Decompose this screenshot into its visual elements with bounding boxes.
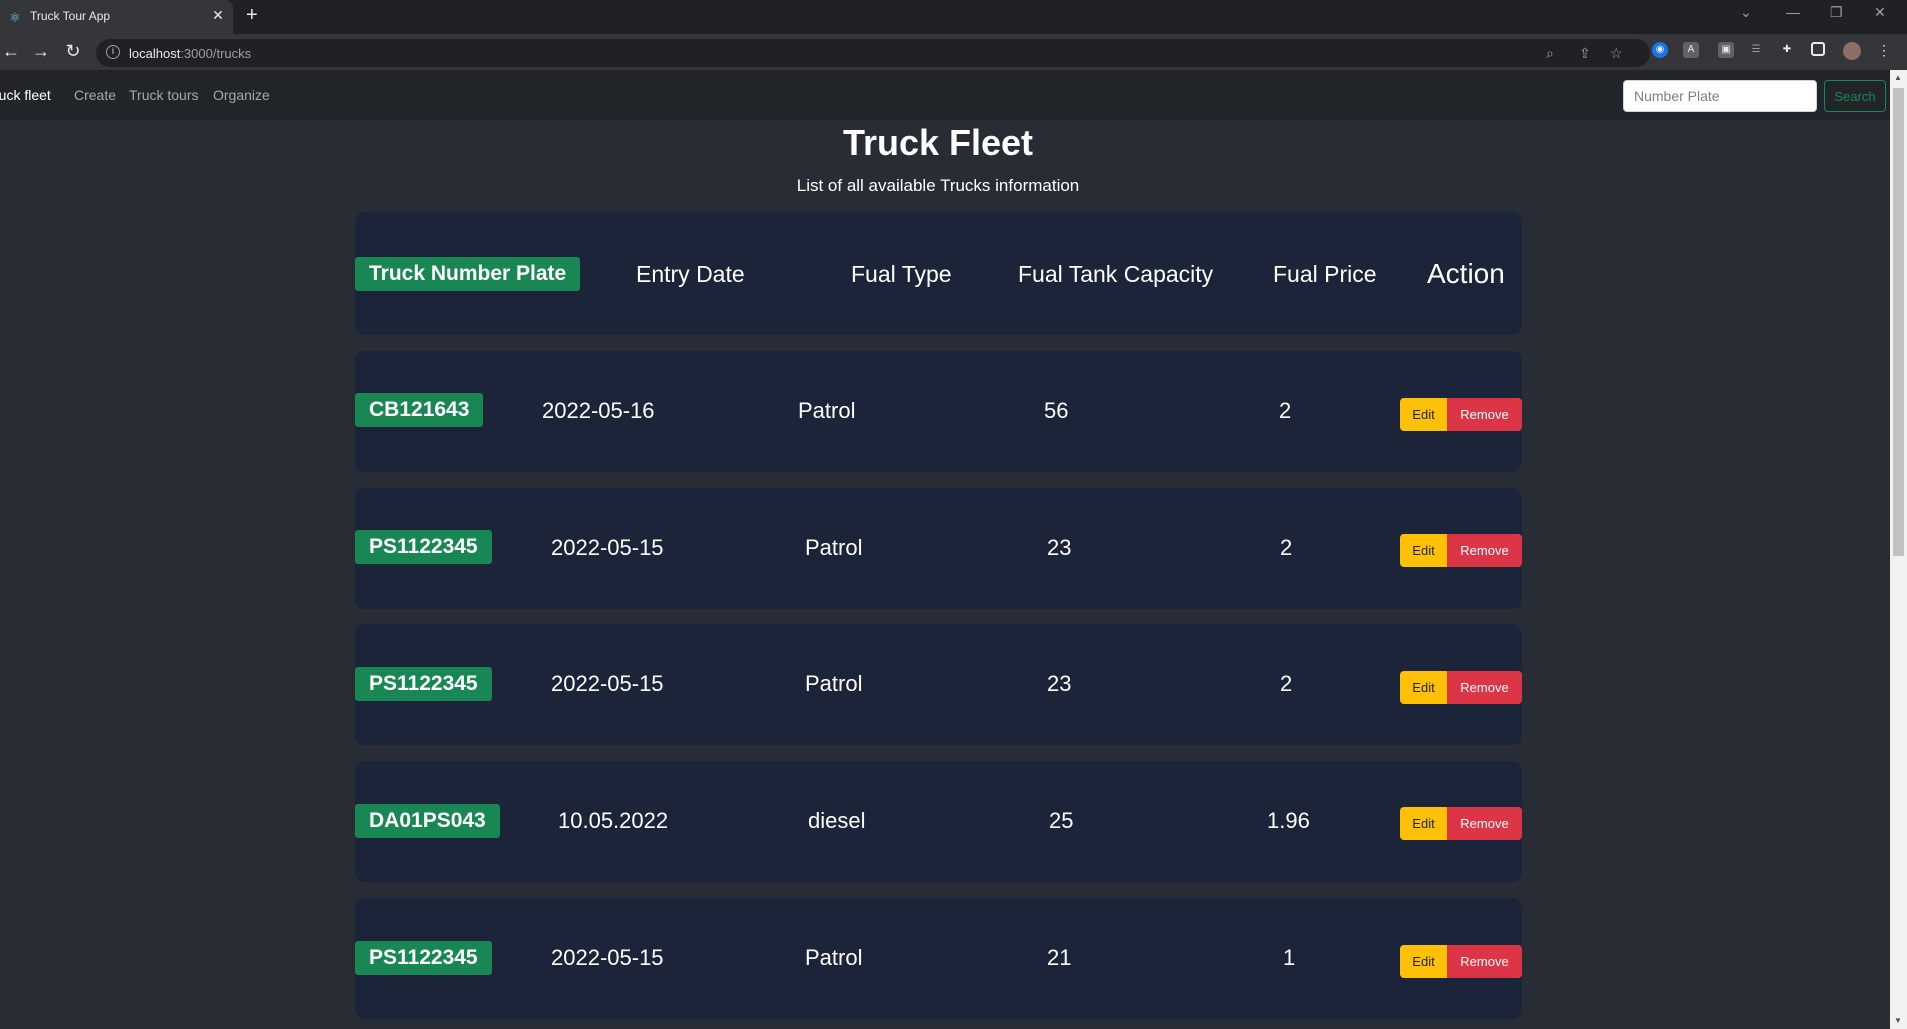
row-fuel-price: 2 [1279, 398, 1292, 423]
react-favicon-icon: ⚛ [9, 10, 21, 25]
row-fuel-type: Patrol [805, 671, 863, 696]
remove-button[interactable]: Remove [1447, 398, 1522, 431]
table-header-card: Truck Number Plate Entry Date Fual Type … [355, 212, 1522, 335]
row-fuel-type: Patrol [798, 398, 856, 423]
tab-close-icon[interactable]: ✕ [210, 7, 226, 24]
row-tank-capacity: 25 [1049, 808, 1074, 833]
remove-button[interactable]: Remove [1447, 671, 1522, 704]
tab-title: Truck Tour App [30, 9, 111, 23]
scroll-down-arrow-icon[interactable]: ▼ [1894, 1016, 1902, 1025]
back-icon[interactable]: ← [0, 41, 22, 62]
row-fuel-type: diesel [808, 808, 866, 833]
row-plate: CB121643 [355, 393, 484, 427]
page-subtitle: List of all available Trucks information [796, 176, 1080, 195]
row-fuel-type: Patrol [805, 945, 863, 970]
browser-toolbar: ← → ↻ i localhost:3000/trucks ⌕ ⇪ ☆ ◉ A … [0, 34, 1907, 70]
row-plate: PS1122345 [355, 530, 492, 564]
row-entry-date: 2022-05-15 [551, 535, 664, 560]
tab-search-icon[interactable]: ⌄ [1740, 4, 1752, 21]
table-row: PS1122345 2022-05-15 Patrol 23 2 Edit Re… [355, 488, 1522, 609]
nav-link-truck-tours[interactable]: Truck tours [129, 87, 199, 103]
side-panel-icon[interactable] [1811, 42, 1825, 56]
share-icon[interactable]: ⇪ [1579, 45, 1591, 62]
nav-brand-truck-fleet[interactable]: ruck fleet [0, 87, 51, 103]
app-navbar: ruck fleet Create Truck tours Organize S… [0, 70, 1890, 120]
minimize-icon[interactable]: — [1786, 4, 1800, 20]
row-fuel-price: 1.96 [1267, 808, 1310, 833]
edit-button[interactable]: Edit [1400, 807, 1447, 840]
table-row: DA01PS043 10.05.2022 diesel 25 1.96 Edit… [355, 761, 1522, 882]
row-plate: PS1122345 [355, 667, 492, 701]
row-tank-capacity: 56 [1044, 398, 1069, 423]
row-fuel-price: 2 [1280, 671, 1293, 696]
site-info-icon[interactable]: i [106, 45, 120, 59]
url-text: localhost:3000/trucks [129, 46, 252, 61]
row-entry-date: 2022-05-15 [551, 671, 664, 696]
reload-icon[interactable]: ↻ [62, 41, 84, 62]
table-row: CB121643 2022-05-16 Patrol 56 2 Edit Rem… [355, 351, 1522, 472]
row-tank-capacity: 23 [1047, 535, 1072, 560]
extension-puzzle-tile-icon[interactable]: ▣ [1718, 42, 1734, 58]
edit-button[interactable]: Edit [1400, 671, 1447, 704]
edit-button[interactable]: Edit [1400, 534, 1447, 567]
edit-button[interactable]: Edit [1400, 945, 1447, 978]
row-entry-date: 2022-05-16 [542, 398, 655, 423]
extension-list-icon[interactable]: ☰ [1748, 42, 1764, 58]
row-plate: DA01PS043 [355, 804, 500, 838]
extensions-icon[interactable]: ✚ [1779, 42, 1795, 58]
scroll-up-arrow-icon[interactable]: ▲ [1894, 73, 1902, 82]
row-fuel-price: 2 [1280, 535, 1293, 560]
row-fuel-price: 1 [1283, 945, 1296, 970]
extension-globe-icon[interactable]: ◉ [1652, 42, 1668, 58]
nav-link-create[interactable]: Create [74, 87, 116, 103]
extension-a-icon[interactable]: A [1683, 42, 1699, 58]
menu-kebab-icon[interactable]: ⋮ [1876, 42, 1892, 58]
row-plate: PS1122345 [355, 941, 492, 975]
table-row: PS1122345 2022-05-15 Patrol 21 1 Edit Re… [355, 898, 1522, 1019]
remove-button[interactable]: Remove [1447, 945, 1522, 978]
bookmark-star-icon[interactable]: ☆ [1610, 45, 1623, 62]
row-entry-date: 10.05.2022 [558, 808, 669, 833]
row-tank-capacity: 23 [1047, 671, 1072, 696]
browser-tabbar: ⚛ Truck Tour App ✕ + ⌄ — ❐ ✕ [0, 0, 1907, 34]
scrollbar-thumb[interactable] [1893, 88, 1904, 556]
address-bar[interactable]: i localhost:3000/trucks ⌕ ⇪ ☆ [96, 39, 1650, 67]
window-close-icon[interactable]: ✕ [1874, 4, 1886, 21]
page-title: Truck Fleet [842, 122, 1034, 163]
restore-icon[interactable]: ❐ [1830, 4, 1843, 21]
remove-button[interactable]: Remove [1447, 807, 1522, 840]
header-action: Action [1427, 258, 1505, 289]
remove-button[interactable]: Remove [1447, 534, 1522, 567]
forward-icon[interactable]: → [30, 41, 52, 62]
number-plate-search-input[interactable] [1623, 80, 1817, 112]
table-row: PS1122345 2022-05-15 Patrol 23 2 Edit Re… [355, 624, 1522, 745]
header-fuel-type: Fual Type [851, 261, 952, 287]
zoom-icon[interactable]: ⌕ [1546, 45, 1554, 62]
row-entry-date: 2022-05-15 [551, 945, 664, 970]
nav-link-organize[interactable]: Organize [213, 87, 270, 103]
header-plate: Truck Number Plate [355, 257, 581, 291]
browser-tab[interactable]: ⚛ Truck Tour App ✕ [0, 0, 233, 34]
new-tab-icon[interactable]: + [246, 4, 258, 27]
header-tank-capacity: Fual Tank Capacity [1018, 261, 1214, 287]
header-fuel-price: Fual Price [1273, 261, 1377, 287]
row-fuel-type: Patrol [805, 535, 863, 560]
header-entry-date: Entry Date [636, 261, 745, 287]
profile-avatar[interactable] [1843, 42, 1861, 60]
row-tank-capacity: 21 [1047, 945, 1072, 970]
edit-button[interactable]: Edit [1400, 398, 1447, 431]
search-button[interactable]: Search [1824, 80, 1886, 112]
